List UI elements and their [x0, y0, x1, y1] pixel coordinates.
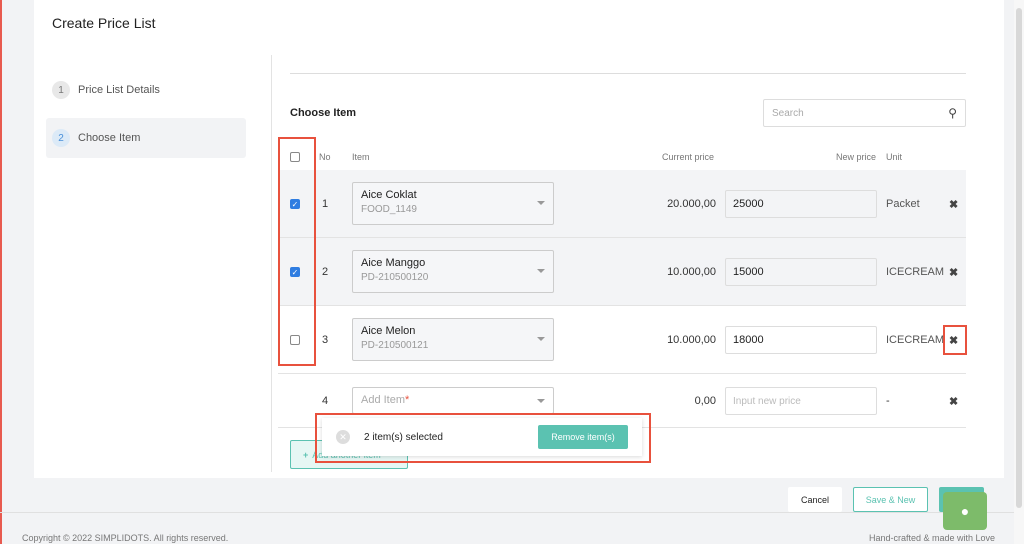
step-label: Price List Details: [78, 84, 160, 96]
item-select[interactable]: Aice Coklat FOOD_1149: [352, 182, 554, 225]
search-input[interactable]: Search ⚲: [763, 99, 966, 127]
edge-line: [0, 0, 2, 544]
item-code: FOOD_1149: [361, 204, 417, 215]
divider: [271, 55, 272, 472]
column-header-no: No: [319, 152, 331, 162]
input-value: 25000: [733, 198, 764, 210]
annotation-box: [278, 137, 316, 366]
column-header-item: Item: [352, 152, 370, 162]
delete-row-icon[interactable]: ✖: [949, 198, 958, 211]
new-price-input[interactable]: 18000: [725, 326, 877, 354]
row-number: 2: [322, 266, 329, 278]
annotation-box: [315, 413, 651, 463]
input-value: 15000: [733, 266, 764, 278]
step-label: Choose Item: [78, 132, 141, 144]
annotation-box: [943, 325, 967, 355]
add-item-select[interactable]: Add Item*: [352, 387, 554, 414]
required-marker: *: [405, 394, 410, 406]
divider: [290, 73, 966, 74]
new-price-input[interactable]: 25000: [725, 190, 877, 218]
chevron-down-icon: [537, 337, 545, 341]
divider: [0, 512, 1014, 513]
save-and-new-button[interactable]: Save & New: [853, 487, 928, 512]
chevron-down-icon: [537, 269, 545, 273]
item-select[interactable]: Aice Melon PD-210500121: [352, 318, 554, 361]
unit: -: [886, 395, 890, 407]
unit: Packet: [886, 198, 920, 210]
item-code: PD-210500121: [361, 340, 429, 351]
chevron-down-icon: [537, 201, 545, 205]
new-price-input[interactable]: 15000: [725, 258, 877, 286]
new-price-input[interactable]: Input new price: [725, 387, 877, 415]
delete-row-icon[interactable]: ✖: [949, 266, 958, 279]
chevron-down-icon: [537, 399, 545, 403]
current-price: 10.000,00: [667, 266, 716, 278]
scrollbar[interactable]: [1014, 0, 1024, 544]
chat-icon: ●: [960, 503, 970, 519]
item-code: PD-210500120: [361, 272, 429, 283]
unit: ICECREAM: [886, 266, 945, 278]
current-price: 0,00: [694, 395, 716, 407]
current-price: 20.000,00: [667, 198, 716, 210]
item-name: Aice Coklat: [361, 189, 417, 201]
table-row: 3 Aice Melon PD-210500121 10.000,00 18000…: [278, 306, 966, 374]
table-row: ✓ 1 Aice Coklat FOOD_1149 20.000,00 25000…: [278, 170, 966, 238]
column-header-current-price: Current price: [662, 152, 715, 162]
table-row: ✓ 2 Aice Manggo PD-210500120 10.000,00 15…: [278, 238, 966, 306]
placeholder: Input new price: [733, 395, 801, 407]
chat-button[interactable]: ●: [943, 492, 987, 530]
column-header-unit: Unit: [886, 152, 903, 162]
search-icon[interactable]: ⚲: [948, 106, 957, 120]
row-number: 1: [322, 198, 329, 210]
search-placeholder: Search: [772, 107, 804, 119]
step-number: 2: [52, 129, 70, 147]
step-number: 1: [52, 81, 70, 99]
row-number: 3: [322, 334, 329, 346]
row-number: 4: [322, 395, 329, 407]
item-name: Aice Melon: [361, 325, 416, 337]
cancel-button[interactable]: Cancel: [788, 487, 842, 512]
input-value: 18000: [733, 334, 764, 346]
placeholder: Add Item: [361, 394, 406, 406]
section-title: Choose Item: [290, 107, 357, 119]
step-choose-item[interactable]: 2 Choose Item: [46, 118, 246, 158]
copyright: Copyright © 2022 SIMPLIDOTS. All rights …: [22, 533, 229, 543]
item-name: Aice Manggo: [361, 257, 426, 269]
column-header-new-price: New price: [836, 152, 877, 162]
step-price-list-details[interactable]: 1 Price List Details: [46, 70, 246, 110]
page-title: Create Price List: [52, 15, 156, 31]
delete-row-icon[interactable]: ✖: [949, 395, 958, 408]
unit: ICECREAM: [886, 334, 945, 346]
current-price: 10.000,00: [667, 334, 716, 346]
item-select[interactable]: Aice Manggo PD-210500120: [352, 250, 554, 293]
tagline: Hand-crafted & made with Love: [869, 533, 996, 543]
